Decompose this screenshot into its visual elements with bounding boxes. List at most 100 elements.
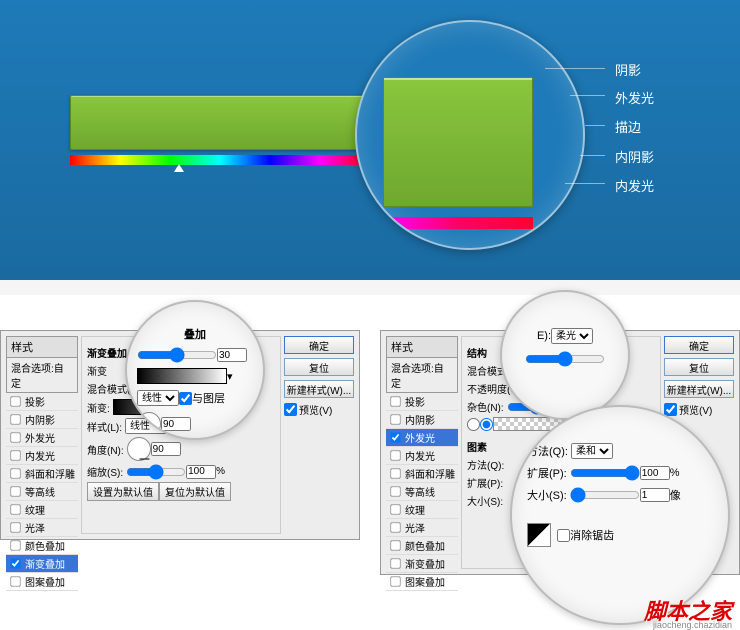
angle-input[interactable] xyxy=(151,442,181,456)
reset-default-button[interactable]: 复位为默认值 xyxy=(159,482,231,501)
styles-list: 样式 混合选项:自定 投影内阴影外发光内发光斜面和浮雕等高线纹理光泽颜色叠加渐变… xyxy=(6,336,78,591)
lens1-angle-dial[interactable] xyxy=(137,412,161,436)
style-label: 内发光 xyxy=(25,448,55,463)
scale-label: 缩放(S): xyxy=(87,464,123,479)
scale-slider[interactable] xyxy=(126,467,186,477)
style-checkbox[interactable] xyxy=(390,504,400,514)
blend-options-label[interactable]: 混合选项:自定 xyxy=(386,358,458,393)
style-item-7[interactable]: 光泽 xyxy=(6,519,78,537)
style-checkbox[interactable] xyxy=(10,432,20,442)
style-item-9[interactable]: 渐变叠加 xyxy=(6,555,78,573)
lens2-slider[interactable] xyxy=(525,354,605,364)
style-label: 外发光 xyxy=(405,430,435,445)
style-item-1[interactable]: 内阴影 xyxy=(386,411,458,429)
lens3-size-slider[interactable] xyxy=(570,490,640,500)
style-checkbox[interactable] xyxy=(10,486,20,496)
style-item-9[interactable]: 渐变叠加 xyxy=(386,555,458,573)
watermark-sub: jiaocheng.chazidian xyxy=(653,620,732,630)
set-default-button[interactable]: 设置为默认值 xyxy=(87,482,159,501)
lens2-mode-select[interactable]: 柔光 xyxy=(551,328,593,344)
style-checkbox[interactable] xyxy=(10,558,20,568)
angle-dial[interactable] xyxy=(127,437,151,461)
preview-canvas: 阴影 外发光 描边 内阴影 内发光 xyxy=(0,0,740,280)
lens3-spread-slider[interactable] xyxy=(570,468,640,478)
style-checkbox[interactable] xyxy=(10,540,20,550)
blend-options-label[interactable]: 混合选项:自定 xyxy=(6,358,78,393)
lens3-size-input[interactable] xyxy=(640,488,670,502)
style-checkbox[interactable] xyxy=(10,450,20,460)
style-checkbox[interactable] xyxy=(10,468,20,478)
color-radio[interactable] xyxy=(467,418,480,431)
style-item-4[interactable]: 斜面和浮雕 xyxy=(386,465,458,483)
preview-checkbox-row[interactable]: 预览(V) xyxy=(664,402,736,417)
style-checkbox[interactable] xyxy=(10,576,20,586)
style-item-6[interactable]: 纹理 xyxy=(6,501,78,519)
style-checkbox[interactable] xyxy=(390,576,400,586)
scale-input[interactable] xyxy=(186,465,216,479)
style-label: 纹理 xyxy=(405,502,425,517)
lens3-tech-select[interactable]: 柔和 xyxy=(571,443,613,459)
style-checkbox[interactable] xyxy=(10,396,20,406)
style-item-2[interactable]: 外发光 xyxy=(6,429,78,447)
gradient-label: 渐变: xyxy=(87,400,110,415)
spectrum-marker[interactable] xyxy=(174,164,184,172)
lens1-value[interactable] xyxy=(217,348,247,362)
button-column: 确定 复位 新建样式(W)... 预览(V) xyxy=(284,336,356,417)
style-checkbox[interactable] xyxy=(390,540,400,550)
lens1-slider[interactable] xyxy=(137,350,217,360)
style-item-0[interactable]: 投影 xyxy=(386,393,458,411)
style-item-6[interactable]: 纹理 xyxy=(386,501,458,519)
lens1-angle[interactable] xyxy=(161,417,191,431)
style-item-10[interactable]: 图案叠加 xyxy=(386,573,458,591)
new-style-button[interactable]: 新建样式(W)... xyxy=(284,380,354,398)
style-checkbox[interactable] xyxy=(390,468,400,478)
anno-stroke: 描边 xyxy=(615,117,641,136)
style-item-10[interactable]: 图案叠加 xyxy=(6,573,78,591)
style-item-5[interactable]: 等高线 xyxy=(6,483,78,501)
style-checkbox[interactable] xyxy=(10,414,20,424)
style-item-5[interactable]: 等高线 xyxy=(386,483,458,501)
cancel-button[interactable]: 复位 xyxy=(664,358,734,376)
style-item-3[interactable]: 内发光 xyxy=(6,447,78,465)
style-item-4[interactable]: 斜面和浮雕 xyxy=(6,465,78,483)
preview-checkbox[interactable] xyxy=(664,403,677,416)
lens1-align-check[interactable] xyxy=(179,392,192,405)
cancel-button[interactable]: 复位 xyxy=(284,358,354,376)
ok-button[interactable]: 确定 xyxy=(284,336,354,354)
style-checkbox[interactable] xyxy=(390,486,400,496)
style-label: 颜色叠加 xyxy=(405,538,445,553)
gradient-radio[interactable] xyxy=(480,418,493,431)
lens1-gradient[interactable] xyxy=(137,368,227,384)
style-label: 渐变叠加 xyxy=(25,556,65,571)
antialias-checkbox[interactable] xyxy=(557,529,570,542)
magnified-spectrum xyxy=(383,217,533,229)
style-checkbox[interactable] xyxy=(390,414,400,424)
style-label: 图案叠加 xyxy=(25,574,65,589)
style-checkbox[interactable] xyxy=(390,558,400,568)
style-checkbox[interactable] xyxy=(390,450,400,460)
magnifier-lens xyxy=(355,20,585,250)
style-checkbox[interactable] xyxy=(10,504,20,514)
style-item-7[interactable]: 光泽 xyxy=(386,519,458,537)
style-item-8[interactable]: 颜色叠加 xyxy=(6,537,78,555)
style-item-2[interactable]: 外发光 xyxy=(386,429,458,447)
style-label: 外发光 xyxy=(25,430,55,445)
lens1-style-select[interactable]: 线性 xyxy=(137,390,179,406)
style-item-1[interactable]: 内阴影 xyxy=(6,411,78,429)
style-checkbox[interactable] xyxy=(390,396,400,406)
style-label: 斜面和浮雕 xyxy=(405,466,455,481)
preview-checkbox-row[interactable]: 预览(V) xyxy=(284,402,356,417)
preview-checkbox[interactable] xyxy=(284,403,297,416)
style-label: 投影 xyxy=(25,394,45,409)
ok-button[interactable]: 确定 xyxy=(664,336,734,354)
new-style-button[interactable]: 新建样式(W)... xyxy=(664,380,734,398)
style-checkbox[interactable] xyxy=(390,432,400,442)
style-checkbox[interactable] xyxy=(10,522,20,532)
contour-swatch[interactable] xyxy=(527,523,551,547)
style-item-8[interactable]: 颜色叠加 xyxy=(386,537,458,555)
style-label: 图案叠加 xyxy=(405,574,445,589)
style-checkbox[interactable] xyxy=(390,522,400,532)
lens3-spread-input[interactable] xyxy=(640,466,670,480)
style-item-3[interactable]: 内发光 xyxy=(386,447,458,465)
style-item-0[interactable]: 投影 xyxy=(6,393,78,411)
